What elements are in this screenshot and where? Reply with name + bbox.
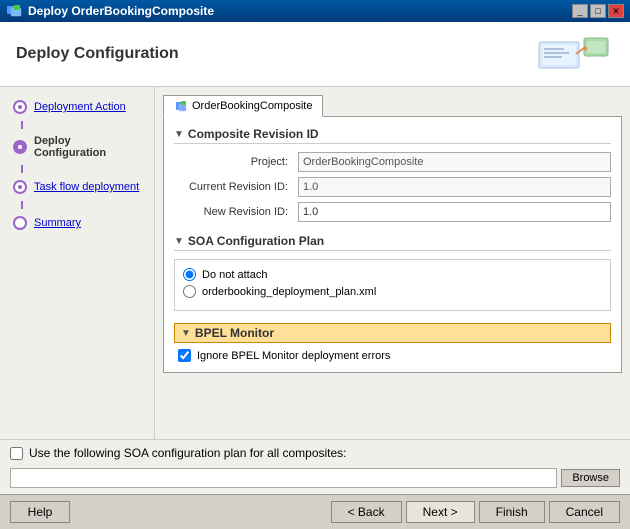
soa-config-header: ▼ SOA Configuration Plan: [174, 234, 611, 251]
maximize-button[interactable]: □: [590, 4, 606, 18]
back-button[interactable]: < Back: [331, 501, 402, 523]
soa-global-row: Use the following SOA configuration plan…: [10, 446, 620, 460]
bpel-monitor-label: Ignore BPEL Monitor deployment errors: [197, 350, 390, 362]
tab-label: OrderBookingComposite: [192, 100, 312, 112]
radio-do-not-attach-row: Do not attach: [183, 268, 602, 281]
bpel-monitor-section: ▼ BPEL Monitor Ignore BPEL Monitor deplo…: [174, 323, 611, 362]
next-button[interactable]: Next >: [406, 501, 475, 523]
sidebar-item-summary[interactable]: Summary: [8, 213, 146, 233]
bottom-area: Use the following SOA configuration plan…: [0, 439, 630, 494]
header-graphic: [534, 34, 614, 74]
current-revision-input[interactable]: [298, 177, 611, 197]
title-bar-text: Deploy OrderBookingComposite: [28, 4, 214, 18]
sidebar-item-deployment-action[interactable]: Deployment Action: [8, 97, 146, 117]
tab-icon: [174, 99, 188, 113]
browse-button[interactable]: Browse: [561, 469, 620, 487]
soa-config-title: SOA Configuration Plan: [188, 234, 324, 248]
cancel-button[interactable]: Cancel: [549, 501, 620, 523]
soa-config-box: Do not attach orderbooking_deployment_pl…: [174, 259, 611, 311]
soa-collapse-icon[interactable]: ▼: [174, 236, 184, 247]
bpel-monitor-title: BPEL Monitor: [195, 326, 274, 340]
soa-global-input[interactable]: [10, 468, 557, 488]
step1-icon: [12, 99, 28, 115]
help-button[interactable]: Help: [10, 501, 70, 523]
project-input[interactable]: [298, 152, 611, 172]
composite-revision-section: ▼ Composite Revision ID Project: Current…: [174, 127, 611, 222]
current-revision-row: Current Revision ID:: [174, 177, 611, 197]
step4-icon: [12, 215, 28, 231]
radio-plan-file-row: orderbooking_deployment_plan.xml: [183, 285, 602, 298]
new-revision-label: New Revision ID:: [174, 206, 294, 218]
sidebar-item-task-flow[interactable]: Task flow deployment: [8, 177, 146, 197]
minimize-button[interactable]: _: [572, 4, 588, 18]
main-panel: OrderBookingComposite ▼ Composite Revisi…: [155, 87, 630, 439]
new-revision-row: New Revision ID:: [174, 202, 611, 222]
soa-global-label: Use the following SOA configuration plan…: [29, 446, 347, 460]
close-button[interactable]: ✕: [608, 4, 624, 18]
soa-config-section: ▼ SOA Configuration Plan Do not attach o…: [174, 234, 611, 311]
page-title: Deploy Configuration: [16, 45, 179, 63]
footer: Help < Back Next > Finish Cancel: [0, 494, 630, 529]
tab-bar: OrderBookingComposite: [163, 95, 622, 116]
radio-do-not-attach[interactable]: [183, 268, 196, 281]
page-header: Deploy Configuration: [0, 22, 630, 87]
tab-content: ▼ Composite Revision ID Project: Current…: [163, 116, 622, 373]
bpel-monitor-checkbox[interactable]: [178, 349, 191, 362]
app-icon: [6, 3, 22, 19]
collapse-icon[interactable]: ▼: [174, 129, 184, 140]
new-revision-input[interactable]: [298, 202, 611, 222]
sidebar: Deployment Action Deploy Configuration: [0, 87, 155, 439]
bpel-checkbox-row: Ignore BPEL Monitor deployment errors: [178, 349, 611, 362]
project-label: Project:: [174, 156, 294, 168]
radio-do-not-attach-label: Do not attach: [202, 269, 267, 281]
radio-plan-file[interactable]: [183, 285, 196, 298]
bpel-monitor-header: ▼ BPEL Monitor: [174, 323, 611, 343]
bpel-collapse-icon[interactable]: ▼: [181, 328, 191, 339]
project-row: Project:: [174, 152, 611, 172]
step3-icon: [12, 179, 28, 195]
tab-orderbookingcomposite[interactable]: OrderBookingComposite: [163, 95, 323, 117]
step2-icon: [12, 139, 28, 155]
radio-plan-file-label: orderbooking_deployment_plan.xml: [202, 286, 376, 298]
finish-button[interactable]: Finish: [479, 501, 545, 523]
current-revision-label: Current Revision ID:: [174, 181, 294, 193]
title-bar: Deploy OrderBookingComposite _ □ ✕: [0, 0, 630, 22]
composite-revision-title: Composite Revision ID: [188, 127, 319, 141]
composite-revision-header: ▼ Composite Revision ID: [174, 127, 611, 144]
sidebar-item-deploy-configuration[interactable]: Deploy Configuration: [8, 133, 146, 161]
soa-global-checkbox[interactable]: [10, 447, 23, 460]
